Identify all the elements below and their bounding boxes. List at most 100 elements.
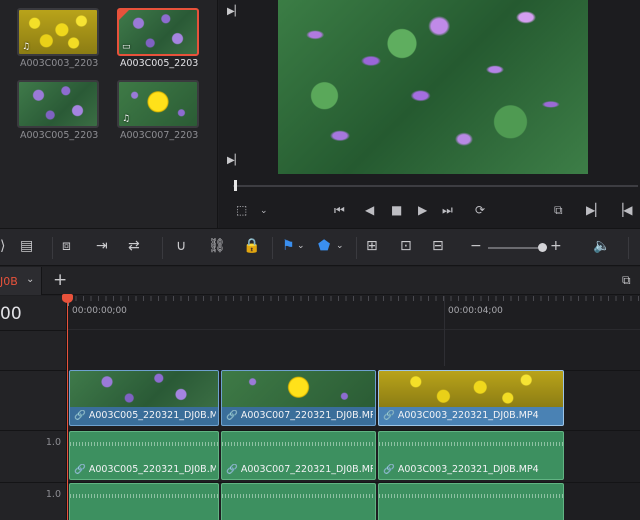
media-clip-thumbnail[interactable] [17, 80, 99, 128]
audio-waveform [379, 494, 563, 498]
next-edit-icon[interactable]: ▶▏ [586, 203, 604, 217]
audio-clip[interactable] [221, 483, 376, 520]
audio-clip[interactable] [378, 483, 564, 520]
audio-level-readout: 1.0 [45, 437, 61, 448]
stop-icon[interactable]: ■ [391, 203, 402, 217]
clip-thumbnail-strip [379, 371, 563, 407]
toolbar-divider [356, 237, 357, 259]
chevron-down-icon[interactable]: ⌄ [26, 274, 34, 285]
clip-label: 🔗 A003C003_220321_DJ0B.MP4 [383, 464, 539, 475]
match-frame-icon[interactable]: ⧉ [554, 203, 563, 218]
lock-icon[interactable]: 🔒 [243, 238, 260, 254]
replace-clip-icon[interactable]: ⧈ [62, 238, 71, 254]
viewer-scrubber[interactable] [233, 185, 638, 187]
ripple-overwrite-icon[interactable]: ⇄ [128, 238, 140, 254]
media-clip-thumbnail[interactable]: ♫ [17, 8, 99, 56]
playhead-handle[interactable] [62, 294, 73, 303]
zoom-custom-icon[interactable]: ⊟ [432, 238, 444, 254]
clip-label: 🔗 A003C005_220321_DJ0B.M... [74, 464, 216, 475]
chevron-down-icon[interactable]: ⌄ [336, 241, 344, 251]
viewer: ▶▏ ▶▏ ⬚ ⌄ ⏮ ◀ ■ ▶ ⏭ ⟳ ⧉ ▶▏ ▕◀ [219, 0, 640, 228]
audio-clip[interactable]: 🔗 A003C005_220321_DJ0B.M... [69, 431, 219, 480]
clip-name: A003C003_220321_DJ0B.MP4 [397, 410, 539, 421]
audio-waveform [70, 494, 218, 498]
flag-icon[interactable]: ⚑ [282, 238, 295, 254]
place-on-top-icon[interactable]: ⇥ [96, 238, 108, 254]
timeline-playhead[interactable] [67, 296, 68, 520]
toolbar-divider [272, 237, 273, 259]
zoom-detail-icon[interactable]: ⊡ [400, 238, 412, 254]
prev-edit-icon[interactable]: ▕◀ [614, 203, 632, 217]
chevron-down-icon[interactable]: ⌄ [260, 206, 268, 216]
crop-icon[interactable]: ⬚ [236, 203, 247, 217]
audio-waveform [379, 442, 563, 446]
audio-clip[interactable] [69, 483, 219, 520]
timeline-timecode: 00 [0, 304, 22, 324]
video-clip[interactable]: 🔗 A003C007_220321_DJ0B.MP4 [221, 370, 376, 426]
video-clip-icon: ▭ [122, 42, 131, 52]
audio-clip-icon: ♫ [122, 114, 131, 124]
toolbar-divider [162, 237, 163, 259]
volume-icon[interactable]: 🔈 [593, 238, 610, 254]
linked-selection-icon[interactable]: ⛓ [208, 238, 226, 254]
media-clip-name: A003C007_2203 [120, 130, 199, 141]
timeline-ruler[interactable]: 00:00:00;00 00:00:04;00 [68, 296, 640, 330]
play-forward-icon[interactable]: ▶▏ [227, 155, 242, 166]
viewer-frame [278, 0, 588, 174]
clip-thumbnail-strip [70, 371, 218, 407]
toolbar-divider [52, 237, 53, 259]
insert-clip-icon[interactable]: ⟩ [0, 238, 5, 254]
toolbar-divider [628, 237, 629, 259]
timeline-tab-bar: J0B ⌄ + ⧉ [0, 267, 640, 295]
clip-label: 🔗 A003C007_220321_DJ0B.MP4 [226, 464, 373, 475]
zoom-out-icon[interactable]: − [470, 238, 482, 254]
audio-clip[interactable]: 🔗 A003C003_220321_DJ0B.MP4 [378, 431, 564, 480]
timeline-view-options-icon[interactable]: ⧉ [622, 273, 631, 288]
audio-waveform [222, 494, 375, 498]
step-back-icon[interactable]: ◀ [365, 203, 374, 217]
media-clip-name: A003C005_2203 [120, 58, 199, 69]
clip-name: A003C007_220321_DJ0B.MP4 [240, 464, 373, 475]
skip-forward-icon[interactable]: ⏭ [442, 203, 453, 218]
video-clip-selected[interactable]: 🔗 A003C003_220321_DJ0B.MP4 [378, 370, 564, 426]
media-clip-thumbnail-selected[interactable]: ▭ [117, 8, 199, 56]
play-forward-icon[interactable]: ▶▏ [227, 6, 242, 17]
chevron-down-icon[interactable]: ⌄ [297, 241, 305, 251]
audio-track-2-header[interactable]: 1.0 [0, 482, 67, 520]
audio-level-readout: 1.0 [45, 489, 61, 500]
audio-clip[interactable]: 🔗 A003C007_220321_DJ0B.MP4 [221, 431, 376, 480]
clip-name: A003C005_220321_DJ0B.M... [88, 410, 216, 421]
play-icon[interactable]: ▶ [418, 203, 427, 217]
audio-clip-icon: ♫ [22, 42, 31, 52]
skip-back-icon[interactable]: ⏮ [334, 203, 345, 218]
video-track-2-header[interactable] [0, 330, 67, 370]
clip-name: A003C003_220321_DJ0B.MP4 [397, 464, 539, 475]
media-clip-name: A003C003_2203 [20, 58, 99, 69]
media-clip-thumbnail[interactable]: ♫ [117, 80, 199, 128]
timeline-area[interactable]: 00:00:00;00 00:00:04;00 🔗 A003C005_22032… [68, 296, 640, 520]
timeline-tab-label: J0B [0, 275, 18, 288]
audio-track-1-header[interactable]: 1.0 [0, 430, 67, 481]
audio-waveform [222, 442, 375, 446]
video-track-1-header[interactable] [0, 370, 67, 428]
clip-label: 🔗 A003C005_220321_DJ0B.M... [74, 410, 216, 421]
zoom-in-icon[interactable]: + [550, 238, 562, 254]
media-pool: ♫ A003C003_2203 ▭ A003C005_2203 A003C005… [0, 0, 218, 228]
timeline-tab[interactable]: J0B ⌄ [0, 267, 42, 295]
marker-icon[interactable]: ⬟ [318, 238, 330, 254]
ruler-label: 00:00:04;00 [448, 306, 503, 316]
timeline-toolbar: ⟩ ▤ ⧈ ⇥ ⇄ ∪ ⛓ 🔒 ⚑ ⌄ ⬟ ⌄ ⊞ ⊡ ⊟ − + 🔈 [0, 228, 640, 266]
loop-icon[interactable]: ⟳ [475, 203, 485, 217]
zoom-full-icon[interactable]: ⊞ [366, 238, 378, 254]
zoom-slider-knob[interactable] [538, 243, 547, 252]
overwrite-clip-icon[interactable]: ▤ [20, 238, 33, 254]
viewer-playhead[interactable] [234, 180, 237, 191]
video-clip[interactable]: 🔗 A003C005_220321_DJ0B.M... [69, 370, 219, 426]
media-clip-name: A003C005_2203 [20, 130, 99, 141]
snapping-icon[interactable]: ∪ [176, 238, 186, 254]
track-headers: 1.0 1.0 [0, 296, 67, 520]
selected-marker-icon [119, 10, 129, 20]
zoom-slider[interactable] [488, 247, 538, 249]
add-timeline-icon[interactable]: + [53, 270, 67, 290]
clip-name: A003C007_220321_DJ0B.MP4 [240, 410, 373, 421]
